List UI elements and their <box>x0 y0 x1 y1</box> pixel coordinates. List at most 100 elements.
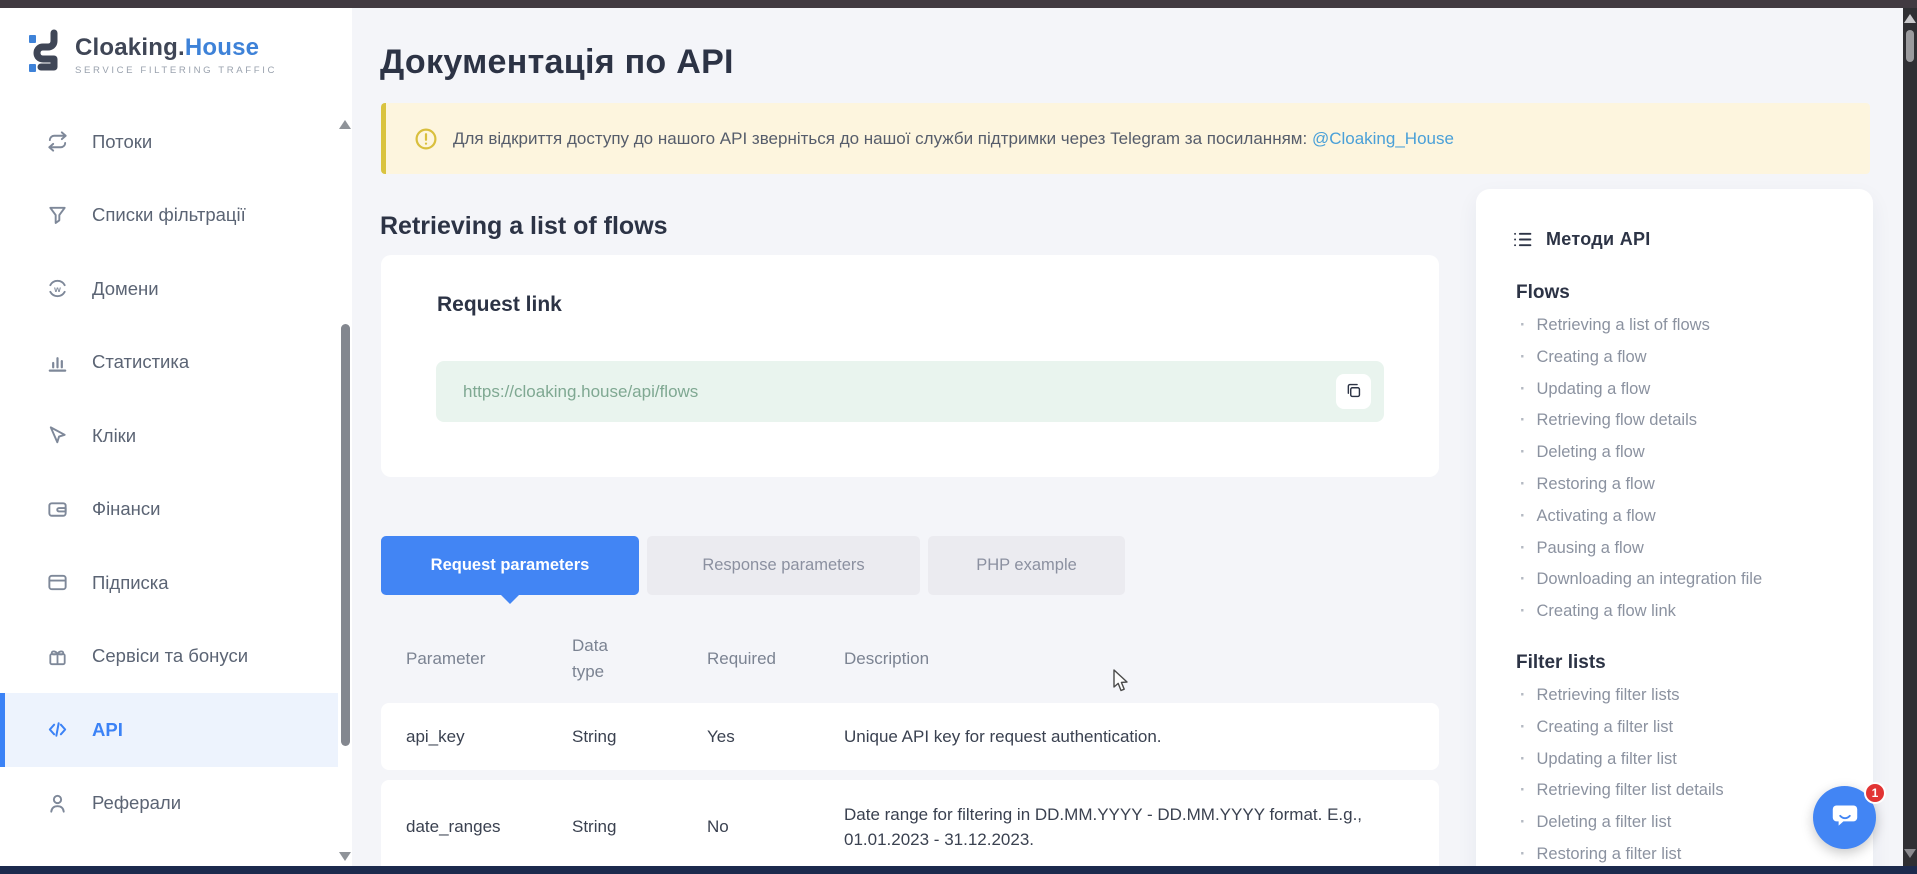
method-link[interactable]: ·Activating a flow <box>1520 501 1873 533</box>
sidebar-item[interactable]: Сервіси та бонуси <box>0 620 338 694</box>
bullet: · <box>1520 507 1526 525</box>
sidebar-item[interactable]: Фінанси <box>0 473 338 547</box>
method-link[interactable]: ·Creating a flow link <box>1520 596 1873 628</box>
sidebar-scrollbar-thumb[interactable] <box>341 324 350 746</box>
main-content: Документація по API Для відкриття доступ… <box>352 8 1903 866</box>
table-row: date_ranges String No Date range for fil… <box>381 780 1439 866</box>
page-title: Документація по API <box>380 43 734 82</box>
sidebar-item[interactable]: Статистика <box>0 326 338 400</box>
cell-required: Yes <box>707 727 844 747</box>
list-icon <box>1512 229 1533 250</box>
tab[interactable]: Response parameters <box>647 536 920 595</box>
sidebar-scroll-up-arrow[interactable] <box>339 120 351 129</box>
chat-bubble-icon <box>1828 798 1862 837</box>
bullet: · <box>1520 411 1526 429</box>
referrals-icon <box>46 792 69 815</box>
method-link[interactable]: ·Restoring a filter list <box>1520 839 1873 866</box>
method-link[interactable]: ·Updating a flow <box>1520 374 1873 406</box>
page-scrollbar-thumb[interactable] <box>1906 30 1914 62</box>
table-row: api_key String Yes Unique API key for re… <box>381 703 1439 770</box>
tab[interactable]: PHP example <box>928 536 1125 595</box>
sidebar-item-label: API <box>92 719 123 741</box>
method-link[interactable]: ·Restoring a flow <box>1520 469 1873 501</box>
bullet: · <box>1520 475 1526 493</box>
sidebar-item[interactable]: Потоки <box>0 105 338 179</box>
copy-url-button[interactable] <box>1336 374 1371 409</box>
method-link[interactable]: ·Updating a filter list <box>1520 744 1873 776</box>
sidebar-item-label: Списки фільтрації <box>92 204 246 226</box>
domains-icon: w <box>46 277 69 300</box>
app-window: Cloaking.House SERVICE FILTERING TRAFFIC… <box>0 0 1917 874</box>
filter-lists-icon <box>46 204 69 227</box>
cell-parameter: date_ranges <box>406 817 572 837</box>
method-link[interactable]: ·Retrieving a list of flows <box>1520 310 1873 342</box>
bullet: · <box>1520 686 1526 704</box>
mouse-cursor <box>1112 669 1134 698</box>
finance-icon <box>46 498 69 521</box>
methods-section-flows: Flows <box>1516 282 1873 304</box>
column-header-required: Required <box>707 646 776 672</box>
tab-label: Request parameters <box>431 556 590 575</box>
method-link[interactable]: ·Pausing a flow <box>1520 533 1873 565</box>
sidebar: Cloaking.House SERVICE FILTERING TRAFFIC… <box>0 8 352 866</box>
request-url-box: https://cloaking.house/api/flows <box>436 361 1384 422</box>
request-link-card: Request link https://cloaking.house/api/… <box>381 255 1439 477</box>
method-link[interactable]: ·Creating a flow <box>1520 342 1873 374</box>
bullet: · <box>1520 380 1526 398</box>
subscription-icon <box>46 571 69 594</box>
page-scroll-up-arrow[interactable] <box>1904 14 1916 23</box>
cell-description: Date range for filtering in DD.MM.YYYY -… <box>844 802 1364 852</box>
sidebar-scroll-down-arrow[interactable] <box>339 852 351 861</box>
method-link[interactable]: ·Retrieving filter lists <box>1520 680 1873 712</box>
sidebar-item[interactable]: Підписка <box>0 546 338 620</box>
bullet: · <box>1520 750 1526 768</box>
logo[interactable]: Cloaking.House SERVICE FILTERING TRAFFIC <box>28 28 277 83</box>
method-link[interactable]: ·Deleting a flow <box>1520 437 1873 469</box>
sidebar-item[interactable]: Списки фільтрації <box>0 179 338 253</box>
api-access-banner: Для відкриття доступу до нашого API звер… <box>381 103 1870 174</box>
sidebar-item-label: Реферали <box>92 792 181 814</box>
page-scroll-down-arrow[interactable] <box>1904 849 1916 858</box>
method-link[interactable]: ·Creating a filter list <box>1520 712 1873 744</box>
sidebar-item[interactable]: API <box>0 693 338 767</box>
cell-parameter: api_key <box>406 727 572 747</box>
services-icon <box>46 645 69 668</box>
request-link-title: Request link <box>437 293 562 317</box>
sidebar-item-label: Домени <box>92 278 159 300</box>
flows-icon <box>46 130 69 153</box>
method-link[interactable]: ·Downloading an integration file <box>1520 564 1873 596</box>
telegram-support-link[interactable]: @Cloaking_House <box>1312 129 1454 148</box>
chat-notification-badge: 1 <box>1864 782 1886 804</box>
sidebar-item-label: Сервіси та бонуси <box>92 645 248 667</box>
bullet: · <box>1520 845 1526 863</box>
column-header-description: Description <box>844 646 929 672</box>
methods-section-filter-lists: Filter lists <box>1516 652 1873 674</box>
sidebar-item[interactable]: Реферали <box>0 767 338 841</box>
sidebar-item[interactable]: w Домени <box>0 252 338 326</box>
sidebar-item-label: Статистика <box>92 351 189 373</box>
banner-text: Для відкриття доступу до нашого API звер… <box>453 129 1454 149</box>
cell-data-type: String <box>572 817 707 837</box>
bullet: · <box>1520 539 1526 557</box>
cloaking-house-logo-icon <box>28 28 62 83</box>
column-header-data-type: Data type <box>572 633 634 685</box>
window-top-edge <box>0 0 1917 8</box>
bullet: · <box>1520 570 1526 588</box>
sidebar-item-label: Потоки <box>92 131 152 153</box>
cell-required: No <box>707 817 844 837</box>
page-scrollbar[interactable] <box>1903 8 1917 866</box>
bullet: · <box>1520 781 1526 799</box>
tab[interactable]: Request parameters <box>381 536 639 595</box>
request-url: https://cloaking.house/api/flows <box>463 382 698 402</box>
method-link[interactable]: ·Retrieving flow details <box>1520 405 1873 437</box>
bullet: · <box>1520 718 1526 736</box>
api-methods-header: Методи API <box>1476 189 1873 250</box>
section-title: Retrieving a list of flows <box>380 212 668 241</box>
warning-icon <box>414 127 438 151</box>
tab-label: Response parameters <box>702 556 864 575</box>
bullet: · <box>1520 813 1526 831</box>
filter-lists-method-list: ·Retrieving filter lists ·Creating a fil… <box>1476 680 1873 866</box>
sidebar-item[interactable]: Кліки <box>0 399 338 473</box>
window-bottom-edge <box>0 866 1917 874</box>
api-methods-panel: Методи API Flows ·Retrieving a list of f… <box>1476 189 1873 866</box>
